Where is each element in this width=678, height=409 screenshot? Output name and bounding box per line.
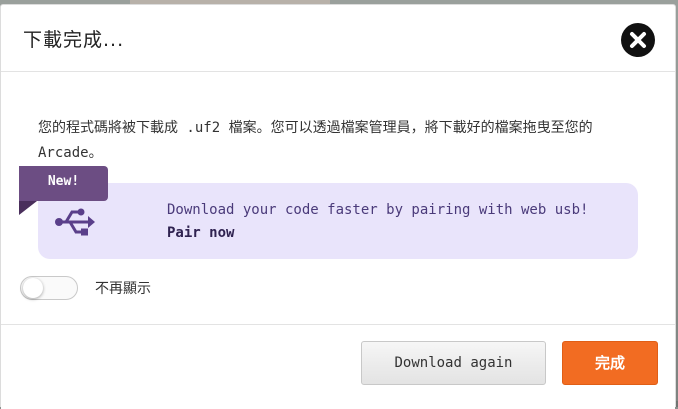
dialog-title: 下載完成... bbox=[23, 29, 125, 51]
download-again-button[interactable]: Download again bbox=[361, 341, 546, 385]
promo-text-block: Download your code faster by pairing wit… bbox=[167, 199, 588, 245]
usb-icon bbox=[54, 207, 96, 241]
download-message: 您的程式碼將被下載成 .uf2 檔案。您可以透過檔案管理員，將下載好的檔案拖曳至… bbox=[38, 120, 593, 161]
promo-text: Download your code faster by pairing wit… bbox=[167, 202, 589, 218]
dialog-footer: Download again 完成 bbox=[1, 325, 675, 409]
pair-now-link[interactable]: Pair now bbox=[167, 222, 588, 245]
dont-show-again-label: 不再顯示 bbox=[95, 281, 151, 297]
dialog-header: 下載完成... bbox=[1, 5, 675, 72]
close-icon bbox=[630, 32, 646, 48]
close-button[interactable] bbox=[621, 23, 655, 57]
new-badge: New! bbox=[19, 166, 108, 215]
new-badge-label: New! bbox=[47, 174, 80, 189]
toggle-knob bbox=[23, 278, 43, 298]
dont-show-again-toggle[interactable] bbox=[20, 276, 78, 300]
download-dialog: 下載完成... 您的程式碼將被下載成 .uf2 檔案。您可以透過檔案管理員，將下… bbox=[0, 4, 676, 409]
done-button[interactable]: 完成 bbox=[562, 341, 658, 385]
ribbon-fold bbox=[19, 201, 37, 215]
dialog-body: 您的程式碼將被下載成 .uf2 檔案。您可以透過檔案管理員，將下載好的檔案拖曳至… bbox=[1, 72, 675, 325]
webusb-promo: Download your code faster by pairing wit… bbox=[38, 183, 638, 259]
